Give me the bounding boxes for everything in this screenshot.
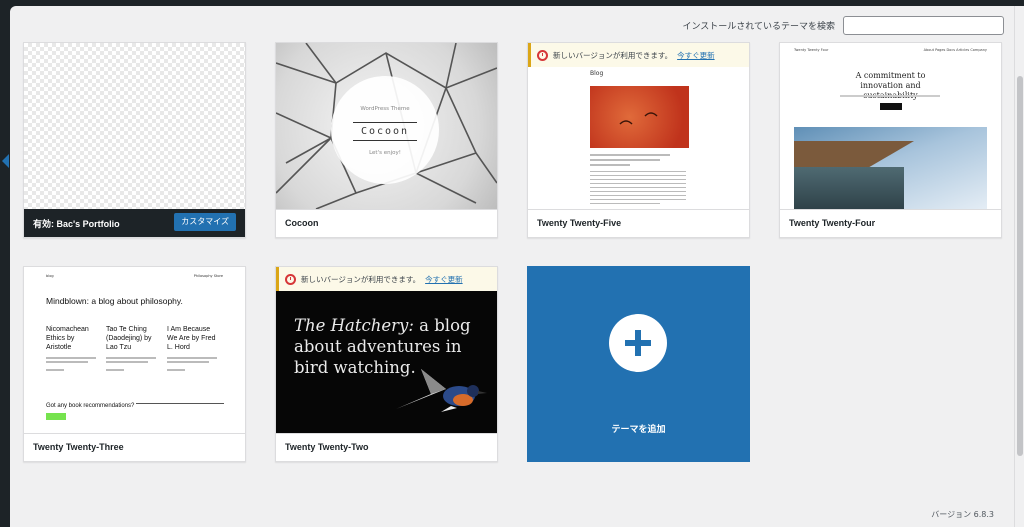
cocoon-logo-text: Cocoon — [353, 122, 417, 141]
tt2-headline-italic: The Hatchery: — [294, 316, 414, 335]
tt3-heading: Mindblown: a blog about philosophy. — [46, 296, 183, 306]
text-line — [590, 175, 686, 176]
text-line — [590, 187, 686, 188]
text-line — [590, 179, 686, 180]
theme-name-bar: Twenty Twenty-Three — [24, 433, 245, 461]
cocoon-screenshot: WordPress Theme Cocoon Let's enjoy! — [276, 43, 497, 209]
tt4-site-title: Twenty Twenty Four — [794, 48, 829, 52]
add-new-theme-card[interactable]: テーマを追加 — [527, 266, 750, 462]
wp-version: バージョン 6.8.3 — [931, 510, 994, 519]
theme-screenshot[interactable]: The Hatchery: a blog about adventures in… — [276, 267, 497, 433]
update-warning-icon — [285, 273, 296, 285]
theme-name-bar: Twenty Twenty-Four — [780, 209, 1001, 237]
tt3-nav: Philosophy Store — [193, 274, 223, 278]
tt4-nav: About Pages Docs Articles Company — [923, 48, 987, 52]
text-line — [106, 361, 148, 363]
admin-sidebar — [0, 6, 10, 527]
text-line — [167, 369, 185, 371]
text-line — [590, 195, 686, 196]
text-line — [590, 164, 630, 166]
page-scrollbar[interactable] — [1014, 6, 1024, 527]
theme-name-bar: Twenty Twenty-Two — [276, 433, 497, 461]
theme-name: 有効: Bac's Portfolio — [33, 217, 120, 230]
customize-button[interactable]: カスタマイズ — [174, 213, 236, 231]
theme-search: インストールされているテーマを検索 — [682, 16, 1004, 35]
current-menu-arrow-icon — [2, 154, 9, 168]
text-line — [590, 183, 686, 184]
theme-card-cocoon[interactable]: WordPress Theme Cocoon Let's enjoy! Coco… — [275, 42, 498, 238]
theme-name: Twenty Twenty-Five — [537, 218, 622, 228]
update-notice-text: 新しいバージョンが利用できます。 — [553, 50, 673, 60]
tt3-post-title: Nicomachean Ethics by Aristotle — [46, 326, 89, 351]
tt3-site-title: blog — [46, 274, 54, 278]
search-input[interactable] — [843, 16, 1004, 35]
tt4-button — [880, 103, 902, 110]
themes-screen: インストールされているテーマを検索 有効: Bac's Portfolio カス… — [10, 6, 1014, 527]
text-line — [840, 95, 940, 97]
text-line — [167, 357, 217, 359]
update-notice: 新しいバージョンが利用できます。 今すぐ更新 — [528, 43, 749, 67]
theme-name: Twenty Twenty-Four — [789, 218, 876, 228]
add-new-theme-label: テーマを追加 — [611, 425, 666, 435]
tt5-hero-image — [590, 86, 689, 148]
scrollbar-thumb[interactable] — [1017, 76, 1023, 456]
empty-screenshot-placeholder — [24, 43, 245, 209]
building-facade-shape — [794, 167, 904, 209]
theme-name-bar: Twenty Twenty-Five — [528, 209, 749, 237]
tt3-post-title: Tao Te Ching (Daodejing) by Lao Tzu — [106, 326, 152, 351]
tt5-blog-label: Blog — [590, 70, 604, 77]
text-line — [590, 199, 686, 200]
theme-screenshot[interactable] — [24, 43, 245, 209]
text-line — [590, 191, 686, 192]
cocoon-tagline-top: WordPress Theme — [360, 106, 410, 112]
theme-name: Twenty Twenty-Two — [285, 442, 369, 452]
tt3-post-title: I Am Because We Are by Fred L. Hord — [167, 326, 216, 351]
theme-card-twenty-twenty-three[interactable]: blog Philosophy Store Mindblown: a blog … — [23, 266, 246, 462]
text-line — [46, 369, 64, 371]
text-line — [106, 357, 156, 359]
theme-card-twenty-twenty-four[interactable]: Twenty Twenty Four About Pages Docs Arti… — [779, 42, 1002, 238]
theme-name: Cocoon — [285, 218, 319, 228]
text-line — [46, 357, 96, 359]
theme-card-twenty-twenty-two[interactable]: 新しいバージョンが利用できます。 今すぐ更新 The Hatchery: a b… — [275, 266, 498, 462]
theme-screenshot[interactable]: blog Philosophy Store Mindblown: a blog … — [24, 267, 245, 433]
theme-screenshot[interactable]: WordPress Theme Cocoon Let's enjoy! — [276, 43, 497, 209]
text-line — [590, 171, 686, 172]
theme-name: Twenty Twenty-Three — [33, 442, 124, 452]
text-line — [590, 203, 660, 204]
tt3-question: Got any book recommendations? — [46, 403, 135, 409]
plus-icon — [609, 314, 667, 372]
text-line — [590, 154, 670, 156]
active-prefix: 有効: — [33, 219, 57, 229]
text-line — [167, 361, 209, 363]
update-now-link[interactable]: 今すぐ更新 — [425, 274, 463, 285]
cocoon-tagline-bottom: Let's enjoy! — [369, 150, 401, 156]
text-line — [590, 159, 660, 161]
update-notice-text: 新しいバージョンが利用できます。 — [301, 274, 421, 284]
theme-card-twenty-twenty-five[interactable]: 新しいバージョンが利用できます。 今すぐ更新 Blog Twenty Twent… — [527, 42, 750, 238]
bird-illustration-icon — [396, 369, 487, 412]
divider — [136, 403, 224, 404]
text-line — [46, 361, 88, 363]
cocoon-logo-circle: WordPress Theme Cocoon Let's enjoy! — [331, 76, 439, 184]
update-now-link[interactable]: 今すぐ更新 — [677, 50, 715, 61]
theme-name-bar: 有効: Bac's Portfolio カスタマイズ — [24, 209, 245, 237]
search-label: インストールされているテーマを検索 — [682, 22, 835, 32]
theme-name-bar: Cocoon — [276, 209, 497, 237]
text-line — [106, 369, 124, 371]
theme-card-bacs-portfolio[interactable]: 有効: Bac's Portfolio カスタマイズ — [23, 42, 246, 238]
update-warning-icon — [537, 49, 548, 61]
update-notice: 新しいバージョンが利用できます。 今すぐ更新 — [276, 267, 497, 291]
theme-screenshot[interactable]: Blog — [528, 43, 749, 209]
theme-name-text: Bac's Portfolio — [56, 219, 120, 229]
birds-icon — [619, 112, 658, 125]
tt4-architecture-image — [794, 127, 987, 209]
tt3-green-button — [46, 413, 66, 420]
theme-screenshot[interactable]: Twenty Twenty Four About Pages Docs Arti… — [780, 43, 1001, 209]
